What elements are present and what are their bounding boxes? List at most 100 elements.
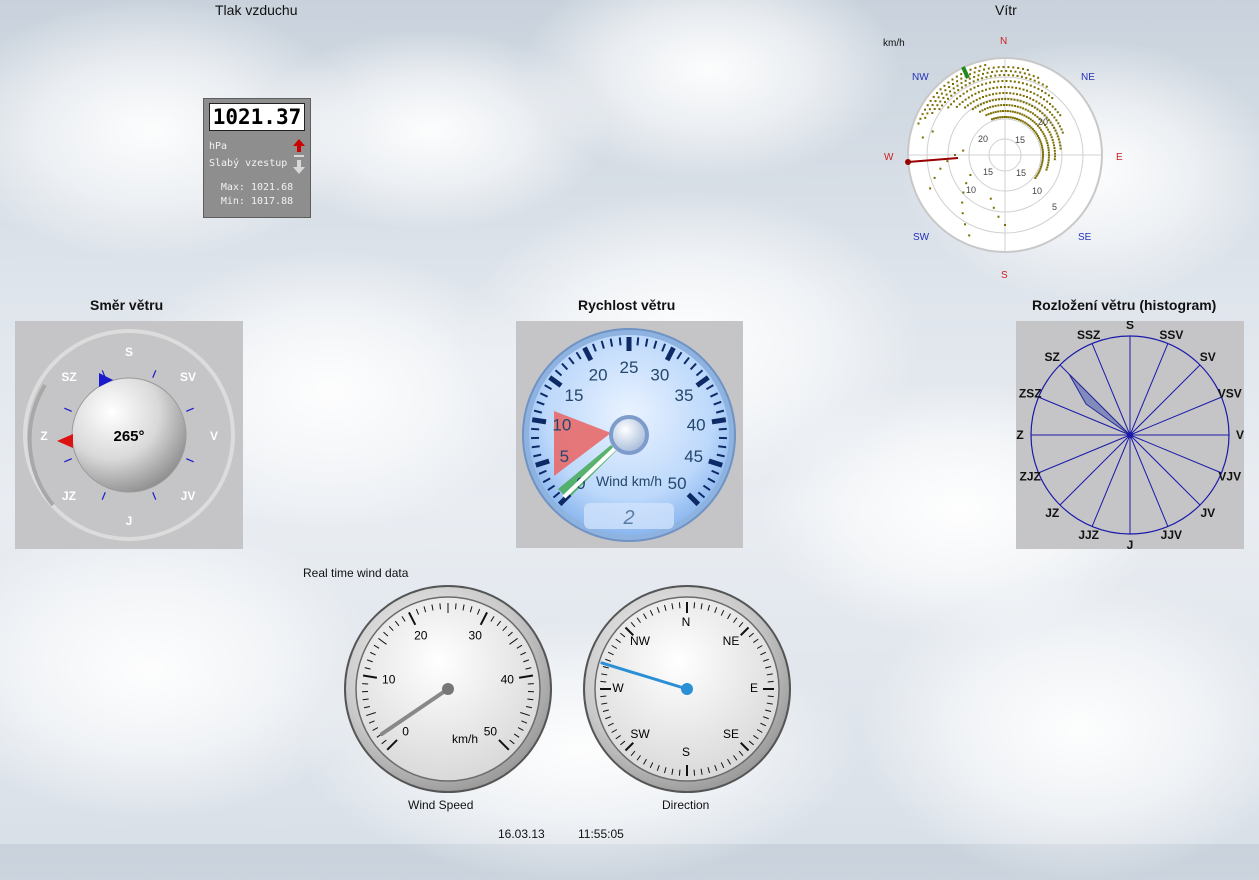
wind-rose-sample [1004, 98, 1006, 100]
wind-rose-sample [1056, 133, 1058, 135]
wind-rose-sample [1041, 147, 1043, 149]
wind-rose-sample [1017, 99, 1019, 101]
footer-date: 16.03.13 [498, 827, 545, 841]
wind-rose-sample [1048, 152, 1050, 154]
wind-rose-sample [992, 106, 994, 108]
wind-rose-sample [992, 112, 994, 114]
wind-rose-sample [1041, 164, 1043, 166]
dir-label-sz: SZ [61, 370, 76, 384]
wind-rose-sample [1033, 75, 1035, 77]
wind-rose-sample [993, 67, 995, 69]
wind-rose-sample [974, 71, 976, 73]
wind-rose-sample [1041, 112, 1043, 114]
realtime-direction-gauge: N NE E SE S SW W NW [581, 583, 793, 795]
wind-rose-sample [1026, 90, 1028, 92]
wind-rose-sample [1054, 155, 1056, 157]
wind-rose-sample [948, 86, 950, 88]
speed-tick-label: 35 [675, 386, 694, 405]
histogram-dir-label: JZ [1045, 506, 1059, 520]
wind-rose-sample [1028, 104, 1030, 106]
wind-rose-sample [988, 113, 990, 115]
wind-rose-sample [985, 114, 987, 116]
wind-rose-sample [962, 101, 964, 103]
wind-rose-sample [1034, 114, 1036, 116]
wind-rose-sample [980, 103, 982, 105]
wind-rose-sample [936, 104, 938, 106]
ring-label: 20 [978, 134, 988, 144]
wind-rose-sample [935, 100, 937, 102]
wind-rose-sample [1036, 133, 1038, 135]
wind-rose-sample [1014, 117, 1016, 119]
speed-tick-label: 15 [565, 386, 584, 405]
wind-rose-sample [981, 77, 983, 79]
wind-rose-sample [1006, 92, 1008, 94]
direction-e-label: E [750, 681, 758, 695]
wind-rose-sample [1040, 96, 1042, 98]
wind-rose-chart: 20 15 15 15 10 10 20 5 N NE E SE S SW W … [880, 30, 1130, 280]
wind-rose-sample [939, 101, 941, 103]
wind-rose-sample [1047, 164, 1049, 166]
wind-rose-sample [992, 87, 994, 89]
wind-rose-sample [1055, 119, 1057, 121]
pressure-unit: hPa [209, 141, 227, 152]
wind-rose-sample [1022, 120, 1024, 122]
wind-rose-sample [1015, 71, 1017, 73]
dir-label-sv: SV [180, 370, 196, 384]
wind-rose-sample [1008, 74, 1010, 76]
wind-rose-sample [1042, 153, 1044, 155]
wind-rose-sample [1039, 170, 1041, 172]
direction-gauge-caption: Direction [662, 798, 709, 812]
wind-rose-sample [1061, 128, 1063, 130]
wind-direction-value: 265° [113, 428, 144, 445]
wind-rose-sample [1020, 100, 1022, 102]
pressure-value: 1021.37 [209, 103, 305, 131]
wind-rose-sample [950, 103, 952, 105]
wind-rose-sample [995, 99, 997, 101]
wind-rose-sample [1050, 122, 1052, 124]
wind-direction-panel: 265° S SV V JV J JZ Z SZ [15, 321, 243, 549]
wind-rose-sample [991, 71, 993, 73]
wind-rose-sample [1030, 85, 1032, 87]
wind-rose-sample [1031, 105, 1033, 107]
wind-rose-sample [1038, 102, 1040, 104]
wind-rose-sample [1057, 122, 1059, 124]
wind-rose-sample [998, 98, 1000, 100]
wind-rose-sample [1048, 154, 1050, 156]
histogram-dir-label: SV [1200, 350, 1216, 364]
wind-rose-sample [1020, 120, 1022, 122]
wind-rose-sample [979, 111, 981, 113]
ring-label: 10 [1032, 186, 1042, 196]
wind-rose-sample [982, 73, 984, 75]
wind-rose-sample [970, 102, 972, 104]
wind-rose-sample [1014, 99, 1016, 101]
wind-rose-sample [1017, 67, 1019, 69]
wind-rose-sample [1012, 66, 1014, 68]
wind-rose-sample [1001, 98, 1003, 100]
wind-rose-sample [1037, 77, 1039, 79]
direction-se-label: SE [723, 727, 739, 741]
wind-rose-sample [943, 85, 945, 87]
wind-rose-sample [922, 137, 924, 139]
wind-rose-sample [1037, 88, 1039, 90]
wind-rose-sample [1023, 89, 1025, 91]
wind-rose-sample [1046, 140, 1048, 142]
wind-rose-sample [984, 108, 986, 110]
wind-rose-sample [1006, 80, 1008, 82]
wind-rose-sample [1034, 121, 1036, 123]
speed-tick-label: 50 [668, 474, 687, 493]
wind-rose-sample [997, 117, 999, 119]
wind-rose-sample [993, 118, 995, 120]
footer-time: 11:55:05 [578, 827, 624, 841]
wind-rose-sample [974, 93, 976, 95]
wind-rose-sample [1037, 94, 1039, 96]
wind-rose-sample [975, 106, 977, 108]
wind-rose-sample [995, 105, 997, 107]
wind-rose-sample [1053, 117, 1055, 119]
wind-rose-sample [979, 97, 981, 99]
wind-rose-sample [1038, 82, 1040, 84]
wind-rose-sample [1011, 105, 1013, 107]
compass-w-label: W [884, 152, 894, 163]
wind-rose-sample [1044, 107, 1046, 109]
wind-rose-sample [965, 99, 967, 101]
wind-rose-sample [1041, 104, 1043, 106]
